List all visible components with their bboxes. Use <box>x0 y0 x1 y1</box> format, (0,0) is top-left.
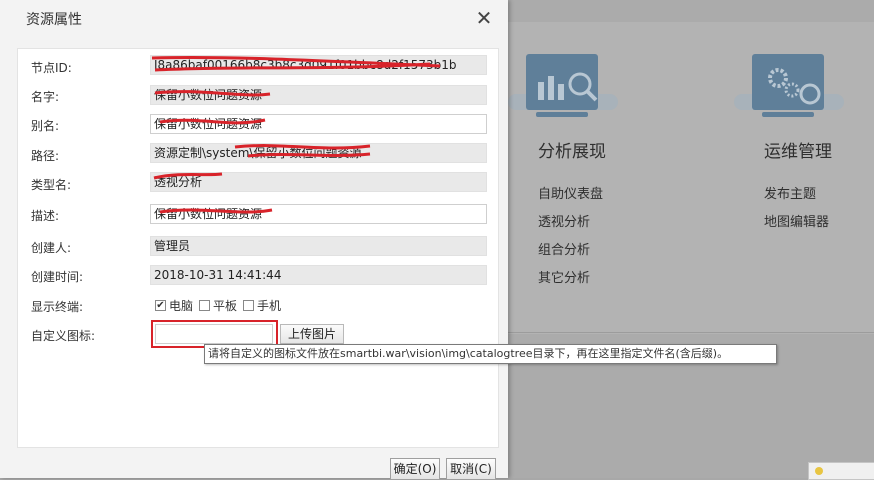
section-title-analysis[interactable]: 分析展现 <box>538 137 606 162</box>
dialog-title: 资源属性 <box>26 12 82 28</box>
node-id-label: 节点ID: <box>31 61 72 75</box>
type-name-label: 类型名: <box>31 178 72 192</box>
background-divider <box>508 332 874 333</box>
background-app: 分析展现 自助仪表盘 透视分析 组合分析 其它分析 运维管理 发布主题 地图编辑… <box>508 0 874 480</box>
link-dashboard[interactable]: 自助仪表盘 <box>538 183 603 202</box>
checkbox-tablet[interactable] <box>199 300 211 311</box>
link-map-editor[interactable]: 地图编辑器 <box>764 211 829 230</box>
link-combined-analysis[interactable]: 组合分析 <box>538 239 590 258</box>
creator-value: 管理员 <box>150 236 487 256</box>
path-label: 路径: <box>31 149 60 163</box>
description-label: 描述: <box>31 209 60 223</box>
link-other-analysis[interactable]: 其它分析 <box>538 267 590 286</box>
created-time-value: 2018-10-31 14:41:44 <box>150 265 487 285</box>
display-terminal-options: ✔ 电脑 平板 手机 <box>155 297 287 314</box>
created-time-label: 创建时间: <box>31 270 84 284</box>
upload-image-button[interactable]: 上传图片 <box>280 324 344 344</box>
link-pivot-analysis[interactable]: 透视分析 <box>538 211 590 230</box>
notification-corner[interactable] <box>808 462 874 480</box>
type-name-value: 透视分析 <box>150 172 487 192</box>
ok-button[interactable]: 确定(O) <box>390 458 440 480</box>
creator-label: 创建人: <box>31 241 72 255</box>
close-icon[interactable]: ✕ <box>474 8 494 28</box>
custom-icon-tooltip: 请将自定义的图标文件放在smartbi.war\vision\img\catal… <box>204 344 777 364</box>
warning-icon <box>815 467 823 475</box>
resource-properties-dialog: 资源属性 ✕ 节点ID: I8a86baf00166b8c3b8c3d091f0… <box>0 0 508 480</box>
alias-input[interactable]: 保留小数位问题资源 <box>150 114 487 134</box>
checkbox-pc-label[interactable]: 电脑 <box>169 297 193 314</box>
custom-icon-label: 自定义图标: <box>31 329 96 343</box>
name-value: 保留小数位问题资源 <box>150 85 487 105</box>
checkbox-tablet-label[interactable]: 平板 <box>213 297 237 314</box>
checkbox-phone[interactable] <box>243 300 255 311</box>
checkbox-phone-label[interactable]: 手机 <box>257 297 281 314</box>
node-id-value: I8a86baf00166b8c3b8c3d091f01bbc8d2f1573b… <box>150 55 487 75</box>
analysis-chart-icon <box>508 54 618 120</box>
alias-label: 别名: <box>31 119 60 133</box>
checkbox-pc[interactable]: ✔ <box>155 300 166 311</box>
cancel-button[interactable]: 取消(C) <box>446 458 496 480</box>
section-title-ops[interactable]: 运维管理 <box>764 137 832 162</box>
custom-icon-input[interactable] <box>155 324 273 344</box>
gears-monitor-icon <box>734 54 844 120</box>
description-input[interactable]: 保留小数位问题资源 <box>150 204 487 224</box>
path-value: 资源定制\system\保留小数位问题资源 <box>150 143 487 163</box>
display-terminal-label: 显示终端: <box>31 300 84 314</box>
name-label: 名字: <box>31 90 60 104</box>
link-publish-theme[interactable]: 发布主题 <box>764 183 816 202</box>
